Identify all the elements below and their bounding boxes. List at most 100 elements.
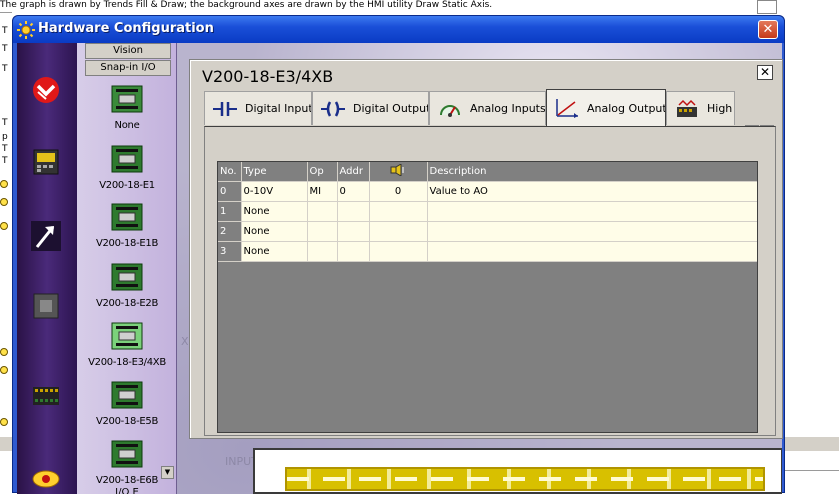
coil-icon [321, 100, 345, 117]
gauge-icon [440, 104, 460, 117]
tab-digital-inputs[interactable]: Digital Inputs [204, 91, 312, 125]
palette-item-label: V200-18-E1B [95, 238, 159, 249]
cell-addr[interactable]: 0 [337, 181, 370, 202]
cell-description[interactable] [427, 201, 757, 222]
cell-no[interactable]: 2 [218, 221, 242, 242]
io-module-chip-icon [111, 322, 143, 350]
tab-label: Analog Outputs [587, 101, 666, 115]
analog-outputs-grid: No. Type Op Addr Description 0 0-10V MI … [217, 161, 758, 433]
io-rack-icon[interactable] [31, 381, 61, 411]
module-block-icon[interactable] [31, 291, 61, 321]
column-header-op[interactable]: Op [307, 162, 338, 182]
window-close-button[interactable]: ✕ [758, 20, 778, 39]
cell-description[interactable] [427, 221, 757, 242]
io-module-chip-icon [111, 381, 143, 409]
cell-op[interactable] [307, 201, 338, 222]
column-header-description[interactable]: Description [427, 162, 757, 182]
palette-item[interactable]: V200-18-E1 [77, 145, 177, 191]
tab-label: Analog Inputs [470, 102, 546, 115]
window-title: Hardware Configuration [38, 21, 214, 36]
cell-no[interactable]: 0 [218, 181, 242, 202]
tab-analog-inputs[interactable]: Analog Inputs [429, 91, 546, 125]
column-header-addr[interactable]: Addr [337, 162, 370, 182]
cell-type[interactable]: None [241, 201, 308, 222]
window-titlebar[interactable]: Hardware Configuration ✕ [13, 16, 784, 43]
palette-item[interactable]: V200-18-E5B [77, 381, 177, 427]
table-row[interactable]: 2 None [218, 221, 757, 242]
background-fragment: T [2, 156, 8, 166]
tab-label: Digital Outputs [353, 102, 429, 115]
background-fragment: T [2, 26, 8, 36]
cell-value[interactable]: 0 [369, 181, 428, 202]
palette-item[interactable]: V200-18-E1B [77, 203, 177, 249]
tab-digital-outputs[interactable]: Digital Outputs [312, 91, 429, 125]
cell-addr[interactable] [337, 221, 370, 242]
cell-op[interactable] [307, 241, 338, 262]
background-checkbox [757, 0, 777, 14]
dialog-title: V200-18-E3/4XB [202, 67, 334, 86]
tab-high-speed[interactable]: High S [666, 91, 735, 125]
background-bullet-icon [0, 418, 8, 426]
cell-op[interactable] [307, 221, 338, 242]
tool-strip [17, 43, 77, 494]
background-bullet-icon [0, 366, 8, 374]
cell-value[interactable] [369, 241, 428, 262]
hmi-panel-icon[interactable] [31, 147, 61, 177]
palette-tab-snap-in-io[interactable]: Snap-in I/O [85, 60, 171, 76]
cell-op[interactable]: MI [307, 181, 338, 202]
cell-type[interactable]: 0-10V [241, 181, 308, 202]
cell-description[interactable]: Value to AO [427, 181, 757, 202]
cell-value[interactable] [369, 221, 428, 242]
dialog-close-button[interactable]: ✕ [757, 65, 773, 80]
snap-in-palette: Vision Snap-in I/O None V200-18-E1 V200-18… [77, 43, 177, 494]
background-fragment: T [2, 118, 8, 128]
table-row[interactable]: 1 None [218, 201, 757, 222]
vision-eye-icon[interactable] [31, 461, 61, 491]
tab-label: High S [707, 102, 734, 115]
palette-item[interactable]: V200-18-E6B [77, 440, 177, 486]
tab-analog-outputs[interactable]: Analog Outputs [546, 89, 666, 126]
cell-addr[interactable] [337, 241, 370, 262]
palette-item[interactable]: None [77, 85, 177, 131]
cell-type[interactable]: None [241, 241, 308, 262]
background-bullet-icon [0, 222, 8, 230]
unitronics-logo-icon[interactable] [31, 75, 61, 105]
background-rule [785, 470, 839, 471]
background-fragment: p [2, 132, 8, 142]
io-module-chip-icon [111, 85, 143, 113]
cell-addr[interactable] [337, 201, 370, 222]
contacts-icon [213, 101, 237, 116]
palette-scroll-down-button[interactable]: ▼ [161, 466, 174, 479]
column-header-type[interactable]: Type [241, 162, 308, 182]
io-module-chip-icon [111, 145, 143, 173]
cell-no[interactable]: 3 [218, 241, 242, 262]
background-bullet-icon [0, 180, 8, 188]
analog-outputs-panel: No. Type Op Addr Description 0 0-10V MI … [204, 126, 776, 436]
background-fragment: T [2, 64, 8, 74]
pointer-arrow-icon[interactable] [31, 221, 61, 251]
din-rail-frame [253, 448, 782, 494]
io-tab-bar: Digital Inputs Digital Outputs Analog In… [204, 89, 774, 126]
column-header-no[interactable]: No. [218, 162, 242, 182]
sun-gear-icon [17, 21, 35, 39]
background-rule [0, 12, 12, 13]
palette-item[interactable]: V200-18-E3/4XB [77, 322, 177, 368]
palette-item[interactable]: V200-18-E2B [77, 263, 177, 309]
palette-tab-vision[interactable]: Vision [85, 43, 171, 59]
cell-description[interactable] [427, 241, 757, 262]
cell-no[interactable]: 1 [218, 201, 242, 222]
palette-item-label: V200-18-E5B [95, 416, 159, 427]
table-row[interactable]: 0 0-10V MI 0 0 Value to AO [218, 181, 757, 202]
tab-label: Digital Inputs [245, 102, 312, 115]
cell-value[interactable] [369, 201, 428, 222]
table-row[interactable]: 3 None [218, 241, 757, 262]
background-document-text: The graph is drawn by Trends Fill & Draw… [0, 0, 493, 10]
io-module-chip-icon [111, 203, 143, 231]
column-header-value[interactable] [369, 162, 428, 182]
io-module-chip-icon [111, 440, 143, 468]
module-config-dialog: V200-18-E3/4XB ✕ Digital Inputs Digital … [189, 59, 783, 439]
cell-type[interactable]: None [241, 221, 308, 242]
table-header-row: No. Type Op Addr Description [218, 162, 757, 182]
background-bullet-icon [0, 348, 8, 356]
palette-item-label: V200-18-E3/4XB [88, 357, 166, 368]
